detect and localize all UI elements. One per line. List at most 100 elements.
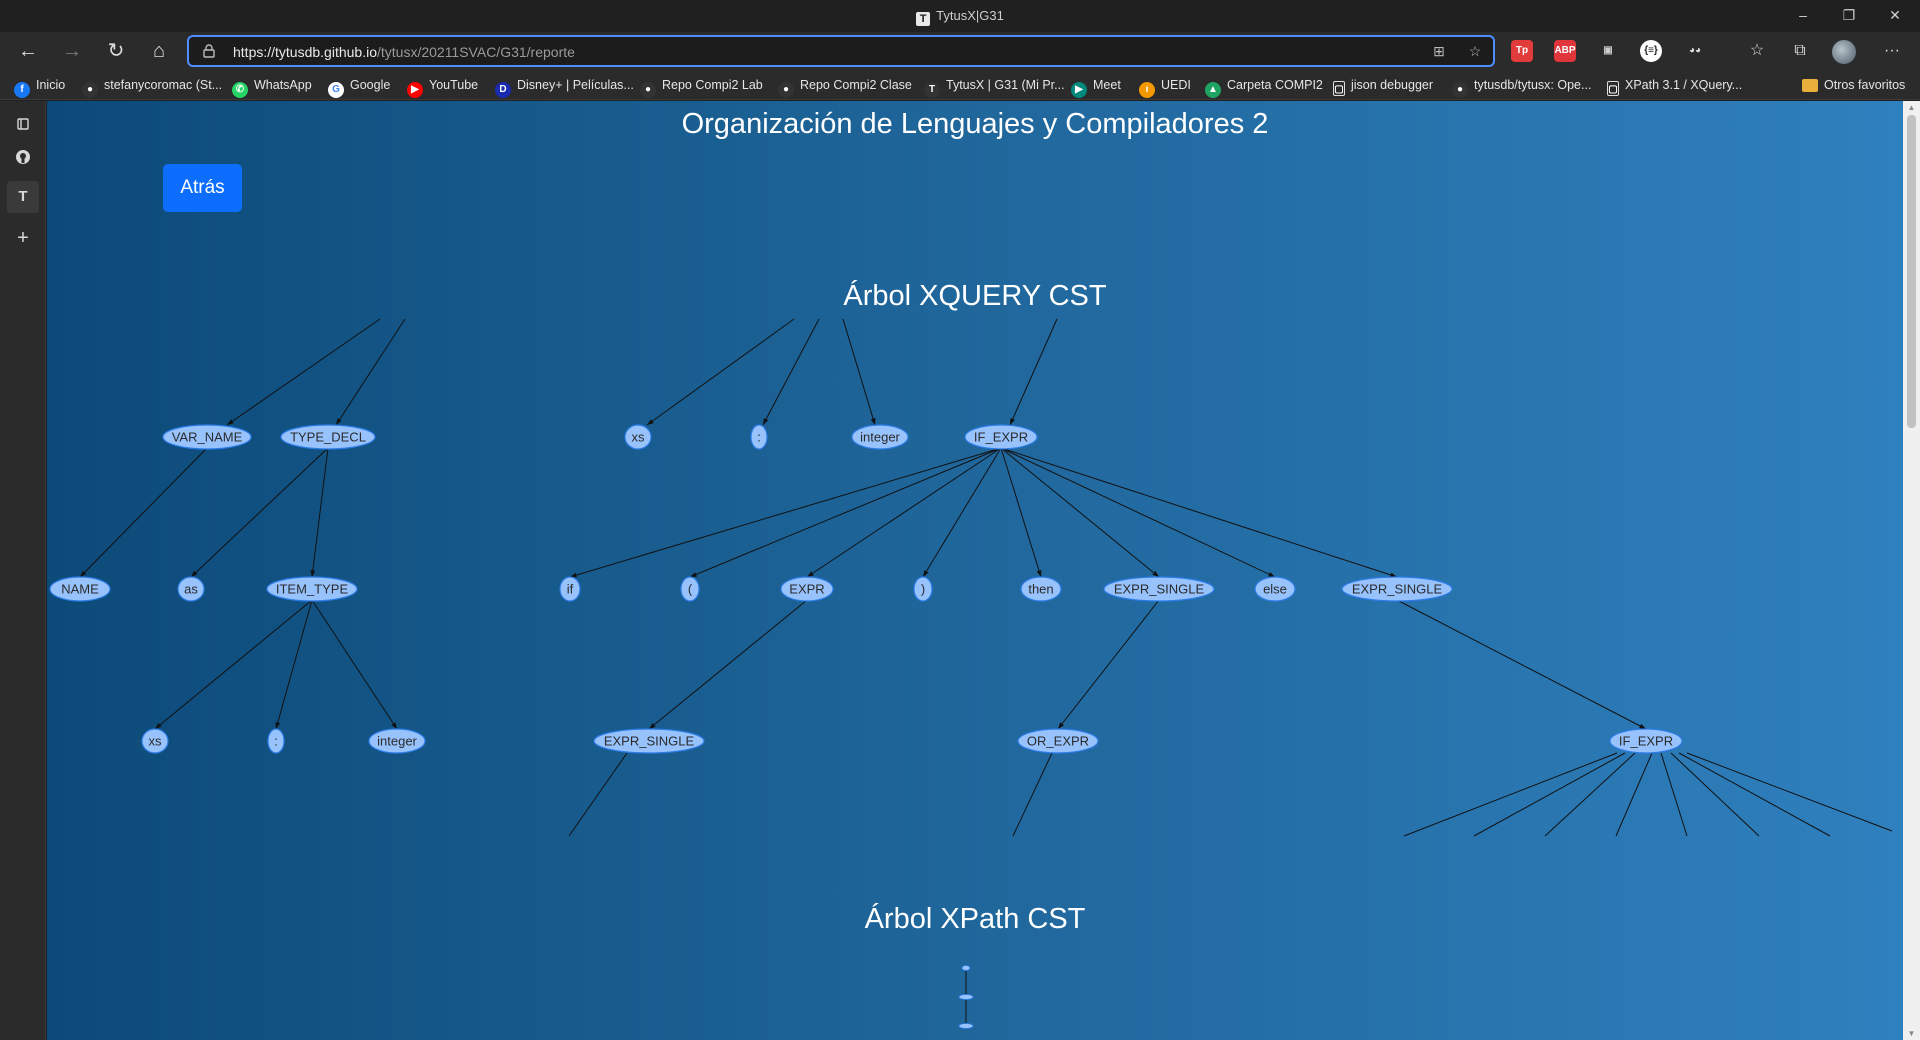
tree-node-label: if	[567, 582, 574, 597]
bookmark-favicon-icon: ▢	[1333, 81, 1345, 96]
back-nav-icon[interactable]: ←	[12, 36, 44, 66]
tp-extension-icon[interactable]: Tp	[1511, 40, 1533, 62]
reload-icon[interactable]: ↻	[100, 36, 132, 66]
scroll-thumb[interactable]	[1907, 115, 1916, 428]
bookmark-favicon-icon: ●	[1452, 82, 1468, 98]
tree-edge-arrowhead	[647, 419, 654, 425]
tree-edge-partial	[568, 752, 628, 837]
tree-node-or-expr: OR_EXPR	[1017, 728, 1099, 754]
json-extension-icon[interactable]: {≡}	[1640, 40, 1662, 62]
tree-edge-arrowhead	[763, 418, 769, 425]
bookmark-label: tytusdb/tytusx: Ope...	[1474, 78, 1592, 92]
tree-edge	[311, 447, 329, 578]
tree-node-label: IF_EXPR	[1619, 734, 1673, 749]
bookmark-item[interactable]: ● stefanycoromac (St...	[82, 76, 223, 98]
tree-edge-arrowhead	[1639, 723, 1646, 729]
tree-edge-arrowhead	[1036, 570, 1042, 577]
page-scrollbar[interactable]: ▲ ▼	[1903, 101, 1920, 1040]
collections-icon[interactable]: ⧉	[1784, 36, 1816, 66]
profile-avatar[interactable]	[1828, 36, 1860, 66]
tree-node-integer1: integer	[851, 424, 909, 450]
tree-edge	[190, 447, 329, 578]
bookmark-item[interactable]: ● Repo Compi2 Lab	[640, 76, 763, 98]
tree-edge	[275, 599, 313, 730]
bookmark-item[interactable]: ▢ jison debugger	[1333, 76, 1433, 96]
tree-node-label: VAR_NAME	[172, 430, 243, 445]
tytusx-tab-icon[interactable]: T	[7, 181, 39, 213]
tree-node-then: then	[1020, 576, 1062, 602]
bookmark-item[interactable]: ▶ Meet	[1071, 76, 1121, 98]
tree-node-rparen: )	[913, 576, 933, 602]
tree-edge-partial	[1660, 752, 1688, 837]
tree-node-as: as	[177, 576, 205, 602]
tree-node-label: ITEM_TYPE	[276, 582, 349, 597]
tree-edge-partial	[335, 318, 406, 426]
github-tab-icon[interactable]	[7, 145, 39, 177]
bookmark-item[interactable]: ı UEDI	[1139, 76, 1191, 98]
bookmark-favicon-icon: ▲	[1205, 82, 1221, 98]
favorites-icon[interactable]: ☆	[1741, 36, 1773, 66]
add-favorite-icon[interactable]: ☆	[1465, 43, 1485, 61]
spy-extension-icon[interactable]: ◕◕	[1684, 40, 1706, 62]
tree-nodes: VAR_NAME TYPE_DECL xs: integer IF_EXPRNAME as…	[49, 424, 1683, 754]
tree-node-expr: EXPR	[780, 576, 834, 602]
close-window-button[interactable]: ✕	[1872, 0, 1918, 32]
tree-node-if-kw: if	[559, 576, 581, 602]
tree-node-label: EXPR_SINGLE	[1352, 582, 1443, 597]
tree-node-var-name: VAR_NAME	[162, 424, 252, 450]
tree-node-lparen: (	[680, 576, 700, 602]
tree-edge	[1396, 599, 1647, 730]
vertical-tabs-sidebar: T +	[0, 101, 46, 1040]
lock-icon	[203, 44, 217, 58]
tree-edge	[569, 447, 1002, 578]
bookmarks-bar: f Inicio ● stefanycoromac (St... ✆ WhatsApp G G…	[0, 70, 1920, 100]
home-icon[interactable]: ⌂	[143, 36, 175, 66]
tree-edge-partial	[1686, 752, 1893, 832]
tree-node-expr-single3: EXPR_SINGLE	[593, 728, 705, 754]
bookmark-label: Repo Compi2 Clase	[800, 78, 912, 92]
bookmark-item[interactable]: f Inicio	[14, 76, 66, 98]
bookmark-item[interactable]: ● tytusdb/tytusx: Ope...	[1452, 76, 1592, 98]
extension-icon[interactable]: ▣	[1597, 40, 1619, 62]
app-available-icon[interactable]: ⊞	[1429, 43, 1449, 61]
minimize-button[interactable]: –	[1780, 0, 1826, 32]
bookmark-favicon-icon: ı	[1139, 82, 1155, 98]
tree-edge-arrowhead	[227, 419, 234, 425]
xpath-tree-node	[958, 1023, 974, 1029]
bookmark-favicon-icon: D	[495, 82, 511, 98]
browser-window: T TytusX|G31 – ❐ ✕ ← → ↻ ⌂ https://tytusd…	[0, 0, 1920, 1040]
forward-nav-icon[interactable]: →	[56, 36, 88, 66]
bookmark-label: Inicio	[36, 78, 66, 92]
scroll-up-icon[interactable]: ▲	[1907, 103, 1916, 112]
new-tab-icon[interactable]: +	[7, 222, 39, 254]
tree-node-label: integer	[860, 430, 900, 445]
tab-actions-icon[interactable]	[7, 111, 39, 143]
tree-node-label: EXPR_SINGLE	[1114, 582, 1205, 597]
scroll-down-icon[interactable]: ▼	[1907, 1029, 1916, 1038]
bookmark-item[interactable]: ✆ WhatsApp	[232, 76, 312, 98]
bookmark-label: Carpeta COMPI2	[1227, 78, 1323, 92]
other-favorites-folder[interactable]: Otros favoritos	[1802, 76, 1905, 94]
bookmark-label: YouTube	[429, 78, 479, 92]
settings-more-icon[interactable]: ···	[1876, 36, 1908, 66]
bookmark-item[interactable]: G Google	[328, 76, 390, 98]
tree-node-xs1: xs	[624, 424, 652, 450]
bookmark-label: TytusX | G31 (Mi Pr...	[946, 78, 1065, 92]
tree-edge	[311, 599, 398, 730]
bookmark-item[interactable]: ● Repo Compi2 Clase	[778, 76, 912, 98]
tree-edge	[1000, 447, 1160, 578]
bookmark-item[interactable]: D Disney+ | Películas...	[495, 76, 634, 98]
restore-button[interactable]: ❐	[1826, 0, 1872, 32]
bookmark-label: stefanycoromac (St...	[104, 78, 223, 92]
bookmark-item[interactable]: ▢ XPath 3.1 / XQuery...	[1607, 76, 1742, 96]
tree-node-label: EXPR	[789, 582, 824, 597]
xpath-tree-node	[958, 994, 974, 1000]
tree-node-label: :	[757, 430, 761, 445]
tree-node-xs2: xs	[141, 728, 169, 754]
abp-extension-icon[interactable]: ABP	[1554, 40, 1576, 62]
tree-node-label: EXPR_SINGLE	[604, 734, 695, 749]
bookmark-item[interactable]: ▶ YouTube	[407, 76, 479, 98]
address-bar[interactable]: https://tytusdb.github.io/tytusx/20211SV…	[187, 35, 1495, 67]
bookmark-item[interactable]: ▲ Carpeta COMPI2	[1205, 76, 1323, 98]
bookmark-item[interactable]: T TytusX | G31 (Mi Pr...	[924, 76, 1065, 98]
